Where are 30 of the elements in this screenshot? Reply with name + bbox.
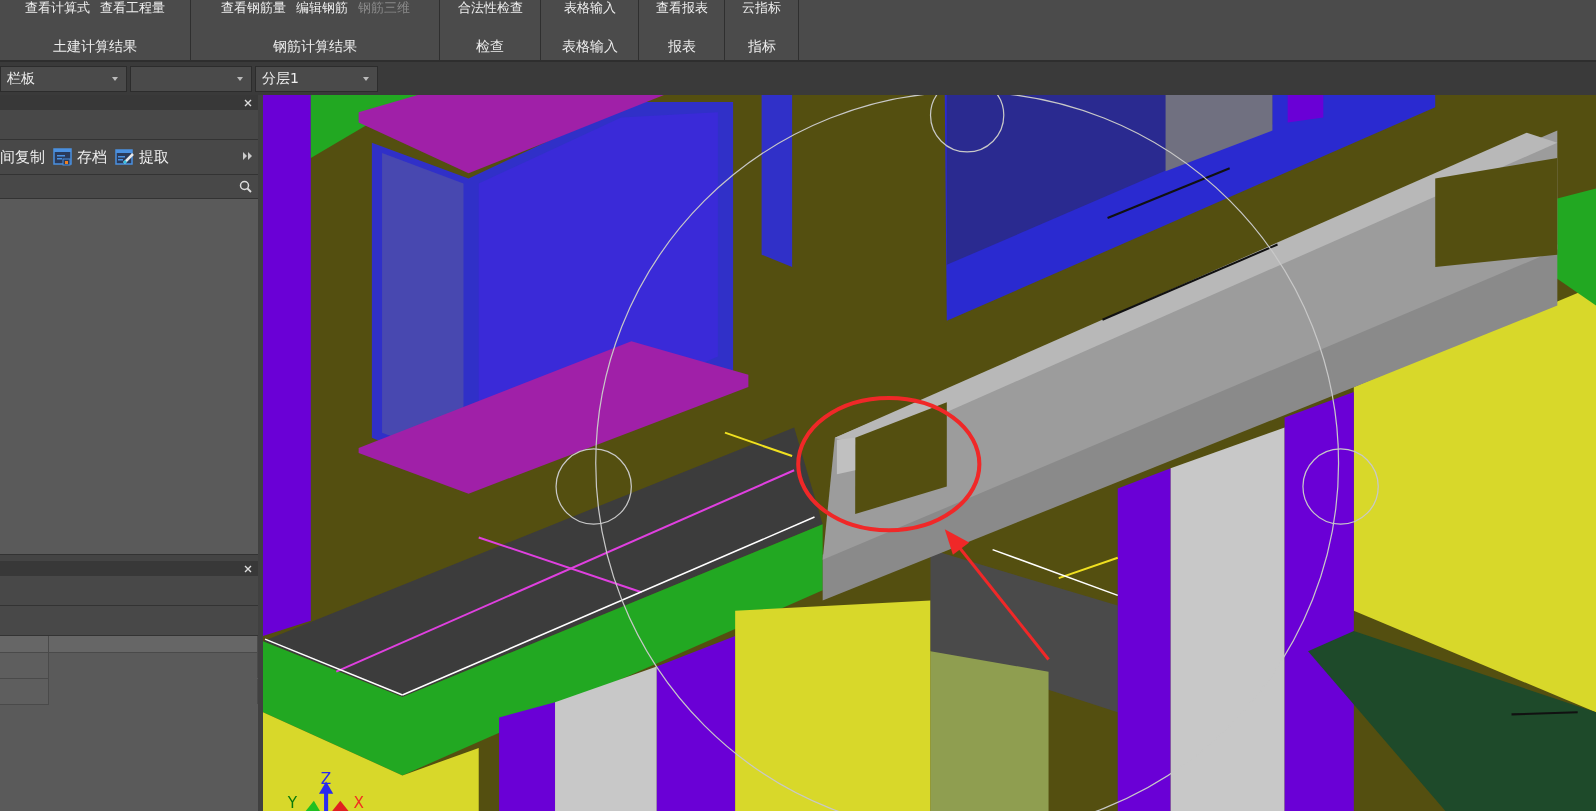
edit-icon [115,148,135,166]
ribbon-button[interactable]: 查看报表 [655,0,708,16]
orbit-circles-drawing[interactable] [555,95,1379,811]
ribbon-group-label: 土建计算结果 [53,38,137,56]
ribbon-button[interactable]: 查看计算式 [25,0,90,16]
toolbar-button[interactable]: 间复制 [0,147,45,167]
close-icon[interactable] [244,564,252,573]
ribbon-button[interactable]: 编辑钢筋 [295,0,348,16]
ribbon-group-label: 指标 [747,38,776,56]
axis-label: Y [287,793,298,811]
ribbon-button[interactable]: 合法性检查 [457,0,523,16]
ribbon-button[interactable]: 查看钢筋量 [220,0,286,16]
dropdown[interactable]: 分层1 [255,65,378,92]
ribbon-button[interactable]: 表格输入 [563,0,616,16]
ribbon-group-label: 表格输入 [561,38,618,56]
toolbar-button[interactable]: 存档 [53,147,107,167]
table-header-cell [0,636,49,653]
axis-label: X [353,793,364,811]
close-icon[interactable] [244,98,252,107]
ribbon-group-label: 检查 [476,38,504,56]
dropdown[interactable]: 栏板 [0,65,127,92]
ribbon-button[interactable]: 查看工程量 [100,0,165,16]
save-icon [53,148,73,166]
toolbar-button[interactable]: 提取 [115,147,169,167]
search-icon[interactable] [239,180,252,193]
ribbon-group-label: 报表 [667,38,696,56]
axis-label: Z [320,769,332,788]
ribbon-group-label: 钢筋计算结果 [273,38,357,56]
ribbon-button[interactable]: 云指标 [742,0,781,16]
overflow-icon[interactable] [243,152,252,162]
